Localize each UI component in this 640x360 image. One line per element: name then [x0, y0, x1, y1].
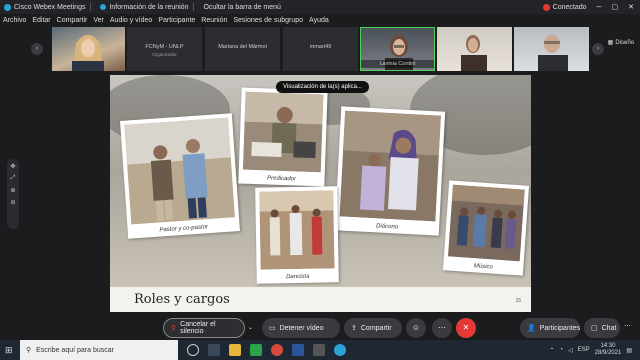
mute-options-chevron-icon[interactable]: ⌄: [248, 324, 253, 331]
video-camera-icon: ▭: [269, 325, 276, 332]
windows-taskbar: ⊞ ⚲ Escribe aquí para buscar ⌃ ◔ ◁ ESP 1…: [0, 340, 640, 360]
language-indicator[interactable]: ESP: [578, 347, 590, 353]
notifications-icon[interactable]: ▤: [626, 347, 632, 354]
menu-item-ayuda[interactable]: Ayuda: [309, 17, 329, 24]
video-tile-mmart49[interactable]: mmart49: [283, 27, 358, 71]
minimize-icon[interactable]: ─: [597, 4, 602, 11]
photo-musico: [447, 184, 525, 262]
menu-item-editar[interactable]: Editar: [32, 17, 50, 24]
close-icon: ✕: [462, 323, 470, 332]
menu-item-compartir[interactable]: Compartir: [57, 17, 88, 24]
stop-video-button[interactable]: ▭ Detener vídeo: [262, 318, 340, 338]
app-title: Cisco Webex Meetings: [4, 3, 85, 11]
file-explorer-icon[interactable]: [229, 344, 241, 356]
photo-predicador: [242, 91, 324, 173]
zoom-in-icon[interactable]: ⊕: [10, 187, 15, 194]
photo-dancista: [259, 190, 335, 270]
menu-item-ver[interactable]: Ver: [93, 17, 104, 24]
network-icon[interactable]: ◔: [559, 347, 563, 353]
chrome-icon[interactable]: [271, 344, 283, 356]
pointer-icon[interactable]: ✥: [10, 163, 15, 170]
strip-prev-button[interactable]: ‹: [31, 43, 43, 55]
photo-pastor: [124, 117, 236, 225]
layout-button[interactable]: ▦ Diseño: [607, 39, 634, 47]
reactions-button[interactable]: ☺: [406, 318, 426, 338]
slide-number: 15: [515, 298, 521, 304]
photo-card-musico: Músico: [442, 180, 530, 276]
mic-muted-icon: ⚲: [171, 325, 177, 332]
word-icon[interactable]: [292, 344, 304, 356]
smiley-icon: ☺: [411, 323, 421, 332]
menu-item-subgrupo[interactable]: Sesiones de subgrupo: [233, 17, 303, 24]
maximize-icon[interactable]: ▢: [612, 3, 619, 11]
share-icon: ⇪: [351, 325, 357, 332]
system-tray: ⌃ ◔ ◁ ESP 14:30 28/9/2021 ▤: [549, 343, 632, 357]
clock[interactable]: 14:30 28/9/2021: [595, 343, 622, 357]
photo-card-pastor: Pastor y co-pastor: [120, 113, 240, 239]
layout-grid-icon: ▦: [607, 40, 614, 46]
leave-meeting-button[interactable]: ✕: [456, 318, 476, 338]
menu-item-audio-video[interactable]: Audio y vídeo: [110, 17, 152, 24]
presentation-slide: Pastor y co-pastor Predicador Diácono Da…: [110, 75, 531, 312]
info-icon: [100, 4, 107, 10]
photo-card-predicador: Predicador: [238, 87, 328, 187]
volume-icon[interactable]: ◁: [568, 347, 573, 354]
app-icon[interactable]: [313, 344, 325, 356]
photo-card-dancista: Dancista: [255, 186, 339, 284]
chat-button[interactable]: ▢ Chat: [584, 318, 620, 338]
participants-icon: 👤: [527, 325, 536, 332]
annotation-toolbar: ✥ ⤢ ⊕ ⊖: [7, 159, 19, 229]
video-tile-fcnym[interactable]: FCNyM - UNLP Organizador: [127, 27, 202, 71]
hide-menu-button[interactable]: Ocultar la barra de menú: [203, 4, 280, 11]
more-icon: ⋯: [438, 323, 446, 332]
participant-avatar: [461, 35, 487, 71]
participant-strip: ‹ FCNyM - UNLP Organizador Mariana del M…: [0, 27, 640, 73]
meeting-controls: ⚲ Cancelar el silencio ⌄ ▭ Detener vídeo…: [0, 316, 640, 340]
photo-card-diacono: Diácono: [334, 106, 446, 236]
search-icon: ⚲: [26, 347, 32, 354]
video-tile-participant-7[interactable]: [514, 27, 589, 71]
video-tile-mariana[interactable]: Mariana del Mármol: [205, 27, 280, 71]
caption-dancista: Dancista: [286, 273, 310, 281]
expand-icon[interactable]: ⤢: [11, 175, 16, 182]
menu-item-archivo[interactable]: Archivo: [3, 17, 26, 24]
chat-icon: ▢: [591, 325, 598, 332]
caption-diacono: Diácono: [375, 223, 399, 231]
more-options-button[interactable]: ⋯: [432, 318, 452, 338]
connection-status[interactable]: Conectado: [542, 3, 587, 11]
zoom-out-icon[interactable]: ⊖: [10, 199, 15, 206]
participant-avatar: [72, 35, 104, 71]
shared-content-area: ✥ ⤢ ⊕ ⊖ Pastor y co-pastor Predicador Di…: [0, 73, 640, 316]
menu-item-participante[interactable]: Participante: [158, 17, 195, 24]
app-icon[interactable]: [250, 344, 262, 356]
caption-predicador: Predicador: [266, 175, 297, 183]
menu-bar: Archivo Editar Compartir Ver Audio y víd…: [0, 14, 640, 27]
more-panels-icon[interactable]: ⋯: [624, 322, 631, 330]
participants-button[interactable]: 👤 Participantes: [520, 318, 580, 338]
strip-next-button[interactable]: ›: [592, 43, 604, 55]
caption-musico: Músico: [473, 263, 493, 271]
tray-chevron-icon[interactable]: ⌃: [549, 347, 554, 354]
video-tile-lavinia[interactable]: Lavinia Contini: [360, 27, 435, 71]
webex-icon[interactable]: [334, 344, 346, 356]
photo-diacono: [339, 110, 441, 222]
connected-icon: [542, 3, 550, 11]
task-view-icon[interactable]: [208, 344, 220, 356]
cortana-icon[interactable]: [187, 344, 199, 356]
share-button[interactable]: ⇪ Compartir: [344, 318, 402, 338]
menu-item-reunion[interactable]: Reunión: [201, 17, 227, 24]
title-bar: Cisco Webex Meetings Información de la r…: [0, 0, 640, 14]
taskbar-search-input[interactable]: ⚲ Escribe aquí para buscar: [20, 340, 178, 360]
meeting-info-button[interactable]: Información de la reunión: [100, 4, 188, 11]
close-icon[interactable]: ✕: [628, 3, 634, 11]
webex-logo-icon: [4, 3, 11, 11]
unmute-button[interactable]: ⚲ Cancelar el silencio: [163, 318, 245, 338]
video-tile-self[interactable]: [52, 27, 125, 71]
participant-avatar: [538, 35, 568, 71]
sharing-tooltip[interactable]: Visualización de la(s) aplica...: [276, 81, 369, 93]
video-tile-participant-6[interactable]: [437, 27, 512, 71]
windows-start-icon[interactable]: ⊞: [5, 345, 13, 356]
slide-title: Roles y cargos: [134, 292, 230, 307]
